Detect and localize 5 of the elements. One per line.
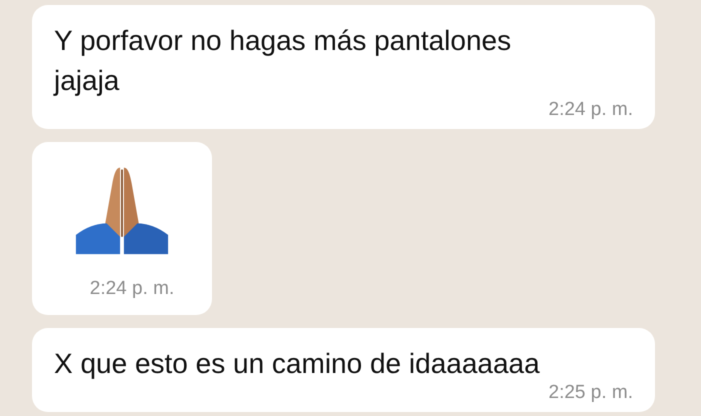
message-time: 2:24 p. m. [548, 99, 633, 121]
message-text: Y porfavor no hagas más pantalones jajaja [54, 24, 512, 98]
message-time: 2:25 p. m. [548, 382, 633, 404]
message-text: X que esto es un camino de idaaaaaaa [54, 347, 541, 381]
message-time: 2:24 p. m. [90, 278, 174, 300]
